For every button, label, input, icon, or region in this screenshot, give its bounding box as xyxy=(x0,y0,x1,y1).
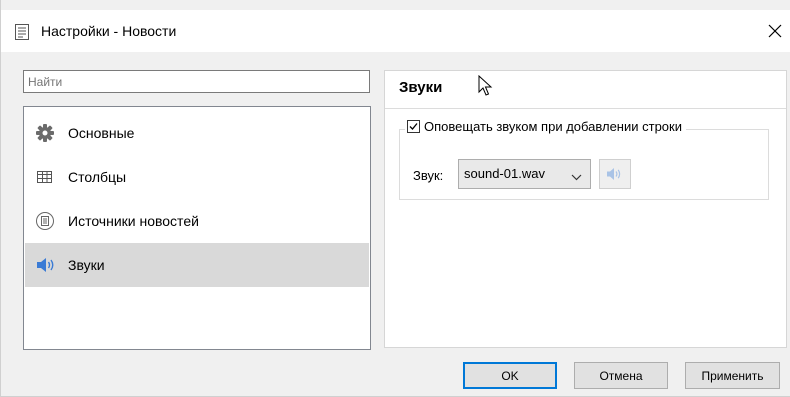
sidebar-item-columns[interactable]: Столбцы xyxy=(25,155,369,199)
settings-nav-list: Основные Столбцы Источники новостей Звук… xyxy=(23,106,371,350)
sidebar-item-label: Столбцы xyxy=(68,169,127,185)
header-divider xyxy=(385,108,786,109)
sound-select-value: sound-01.wav xyxy=(464,166,545,181)
mouse-cursor-icon xyxy=(478,74,494,100)
sidebar-item-sounds[interactable]: Звуки xyxy=(25,243,369,287)
sidebar-item-label: Звуки xyxy=(68,257,105,273)
notify-checkbox-row[interactable]: Оповещать звуком при добавлении строки xyxy=(405,119,686,134)
sidebar-item-label: Основные xyxy=(68,125,135,141)
news-source-icon xyxy=(35,211,55,231)
sound-label: Звук: xyxy=(413,168,444,183)
cancel-button[interactable]: Отмена xyxy=(574,362,668,389)
apply-button[interactable]: Применить xyxy=(685,362,780,389)
table-icon xyxy=(35,167,55,187)
gear-icon xyxy=(35,123,55,143)
notify-checkbox-label: Оповещать звуком при добавлении строки xyxy=(424,119,682,134)
sound-select[interactable]: sound-01.wav xyxy=(458,159,591,189)
sidebar-item-news-sources[interactable]: Источники новостей xyxy=(25,199,369,243)
close-button[interactable] xyxy=(760,18,790,44)
ok-button[interactable]: OK xyxy=(463,362,557,389)
settings-dialog: Настройки - Новости Найти Основные Столб… xyxy=(0,0,790,397)
play-sound-button[interactable] xyxy=(599,159,631,189)
sidebar-item-general[interactable]: Основные xyxy=(25,111,369,155)
sidebar-item-label: Источники новостей xyxy=(68,213,199,229)
dialog-body: Основные Столбцы xyxy=(1,52,790,396)
speaker-icon xyxy=(607,168,621,180)
chevron-down-icon xyxy=(571,169,582,184)
speaker-icon xyxy=(35,255,55,275)
notify-checkbox[interactable] xyxy=(407,120,420,133)
checkmark-icon xyxy=(409,123,418,130)
search-input[interactable] xyxy=(23,70,370,93)
settings-content-panel: Звуки Оповещать звуком при добавлении ст… xyxy=(384,70,787,348)
title-bar: Настройки - Новости xyxy=(1,10,790,52)
close-icon xyxy=(768,24,782,38)
page-title: Звуки xyxy=(399,79,443,96)
window-title: Настройки - Новости xyxy=(41,23,177,39)
document-icon xyxy=(15,24,29,40)
